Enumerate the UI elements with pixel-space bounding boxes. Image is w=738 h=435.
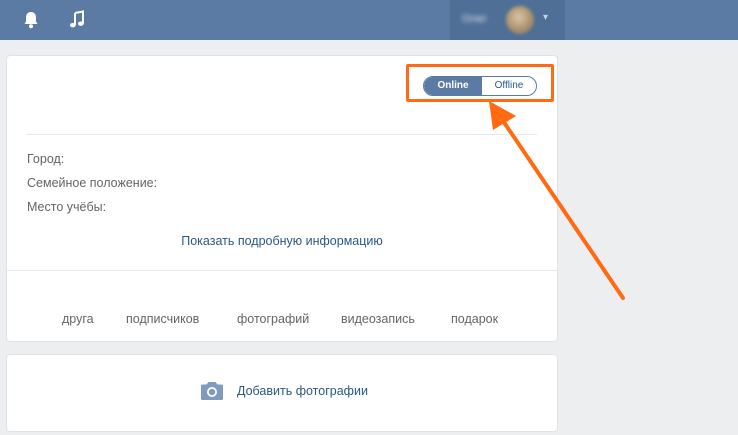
counter-photos[interactable]: фотографий [237, 312, 309, 326]
top-navigation-bar: Олег ▾ [0, 0, 738, 40]
profile-menu[interactable]: Олег ▾ [450, 0, 565, 40]
add-photos-label: Добавить фотографии [237, 384, 368, 398]
divider [27, 134, 537, 135]
show-details-link[interactable]: Показать подробную информацию [7, 234, 557, 248]
music-note-icon[interactable] [66, 9, 88, 31]
avatar [506, 6, 534, 34]
relationship-label: Семейное положение: [27, 176, 158, 190]
camera-icon [201, 382, 223, 400]
profile-name: Олег [462, 13, 487, 25]
counters-row: друга подписчиков фотографий видеозапись… [7, 312, 557, 330]
counter-gifts[interactable]: подарок [451, 312, 498, 326]
annotation-highlight-box [406, 64, 554, 102]
bell-icon[interactable] [20, 9, 42, 31]
divider [7, 270, 557, 271]
city-label: Город: [27, 152, 65, 166]
chevron-down-icon: ▾ [543, 12, 549, 23]
education-label: Место учёбы: [27, 200, 107, 214]
photos-card: Добавить фотографии [6, 354, 558, 432]
counter-followers[interactable]: подписчиков [126, 312, 199, 326]
counter-videos[interactable]: видеозапись [341, 312, 415, 326]
counter-friends[interactable]: друга [62, 312, 94, 326]
